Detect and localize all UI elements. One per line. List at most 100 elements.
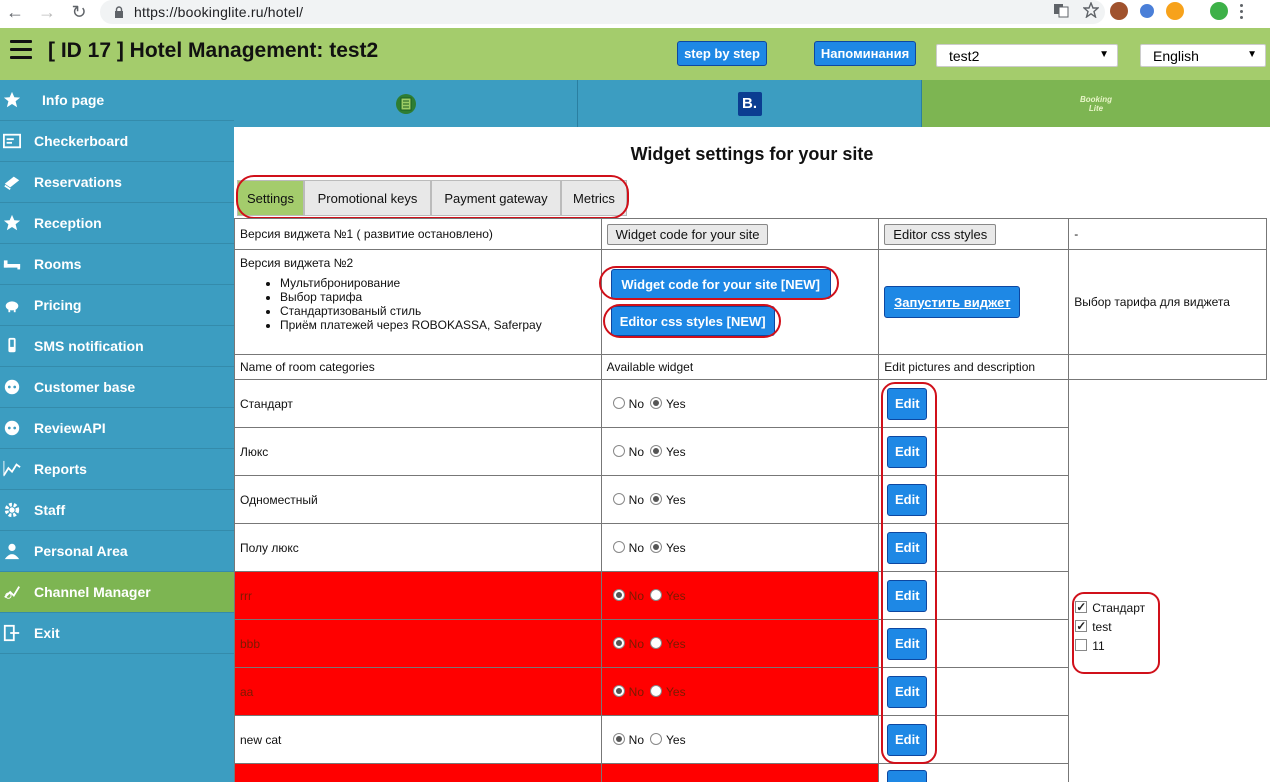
radio-no[interactable] (612, 636, 625, 649)
launch-widget-button[interactable]: Запустить виджет (884, 286, 1021, 318)
extension-icon[interactable] (1210, 2, 1228, 20)
sidebar-item-sms-notification[interactable]: SMS notification (0, 326, 234, 367)
radio-no-label: No (628, 540, 644, 555)
bookinglite-logo-icon: Booking Lite (1080, 95, 1112, 113)
address-bar[interactable]: https://bookinglite.ru/hotel/ (100, 0, 1105, 24)
tariff-checkbox[interactable] (1075, 639, 1088, 651)
radio-no[interactable] (612, 684, 625, 697)
sidebar-item-rooms[interactable]: Rooms (0, 244, 234, 285)
sidebar-item-reviewapi[interactable]: ReviewAPI (0, 408, 234, 449)
widget-code-new-button[interactable]: Widget code for your site [NEW] (610, 269, 831, 299)
tab-promotional-keys[interactable]: Promotional keys (304, 180, 431, 216)
channel-tab-ical[interactable] (234, 80, 578, 127)
sidebar-item-label: Rooms (34, 256, 82, 272)
sidebar-item-checkerboard[interactable]: Checkerboard (0, 121, 234, 162)
hotel-select[interactable]: test2 ▼ (936, 44, 1118, 67)
menu-icon[interactable] (10, 40, 32, 62)
radio-no-label: No (628, 684, 644, 699)
app-header: [ ID 17 ] Hotel Management: test2 step b… (0, 28, 1270, 80)
radio-no[interactable] (612, 492, 625, 505)
tariff-option[interactable]: Стандарт (1075, 598, 1145, 618)
radio-yes[interactable] (650, 732, 662, 745)
tariff-checkbox[interactable] (1075, 598, 1088, 617)
bookmark-star-icon[interactable] (1083, 2, 1099, 18)
sidebar-item-reservations[interactable]: Reservations (0, 162, 234, 203)
sidebar-item-exit[interactable]: Exit (0, 613, 234, 654)
radio-no[interactable] (612, 396, 625, 409)
forward-icon[interactable]: → (34, 0, 60, 24)
css-editor-new-button[interactable]: Editor css styles [NEW] (610, 306, 775, 336)
availability-cell: No Yes (600, 571, 880, 620)
sidebar-item-channel-manager[interactable]: Channel Manager (0, 572, 234, 613)
language-select[interactable]: English ▼ (1140, 44, 1266, 67)
radio-yes[interactable] (650, 444, 662, 457)
css-editor-button[interactable]: Editor css styles (884, 223, 997, 245)
radio-yes[interactable] (650, 492, 662, 505)
sidebar-item-label: Reception (34, 215, 102, 231)
widget-v1-row: Версия виджета №1 ( развитие остановлено… (234, 218, 1267, 250)
sidebar-item-pricing[interactable]: Pricing (0, 285, 234, 326)
tab-payment-gateway[interactable]: Payment gateway (431, 180, 561, 216)
edit-button[interactable]: Edit (887, 483, 928, 516)
edit-button[interactable]: Edit (887, 627, 928, 660)
tab-metrics[interactable]: Metrics (561, 180, 627, 216)
radio-yes[interactable] (650, 684, 662, 697)
menu-dots-icon[interactable] (1240, 2, 1244, 20)
radio-no[interactable] (612, 588, 625, 601)
radio-no[interactable] (612, 444, 625, 457)
radio-yes[interactable] (650, 540, 662, 553)
reload-icon[interactable]: ↻ (66, 0, 92, 24)
radio-no-label: No (628, 732, 644, 747)
edit-button[interactable]: Edit (887, 531, 928, 564)
tab-settings[interactable]: Settings (237, 180, 304, 216)
table-row: aa No Yes Edit (234, 667, 1267, 716)
dropdown-arrow-icon: ▼ (1247, 49, 1257, 60)
back-icon[interactable]: ← (2, 0, 28, 24)
radio-yes[interactable] (650, 396, 662, 409)
tariff-option[interactable]: 11 (1075, 637, 1145, 656)
edit-button[interactable]: Edit (887, 723, 928, 756)
column-header: Name of room categories (234, 354, 602, 380)
radio-no-label: No (628, 396, 644, 411)
sidebar-item-label: Personal Area (34, 543, 128, 559)
sidebar-item-reception[interactable]: Reception (0, 203, 234, 244)
edit-button[interactable]: Edit (887, 435, 928, 468)
browser-toolbar: ← → ↻ https://bookinglite.ru/hotel/ (0, 0, 1270, 28)
bitcoin-icon[interactable] (1166, 2, 1184, 20)
radio-no-label: No (628, 588, 644, 603)
sidebar-item-label: Exit (34, 625, 60, 641)
step-by-step-button[interactable]: step by step (677, 41, 767, 66)
widget-code-button[interactable]: Widget code for your site (606, 223, 769, 245)
radio-yes[interactable] (650, 636, 662, 649)
calendar-channel-icon (395, 93, 416, 114)
channel-tab-bookinglite[interactable]: Booking Lite (922, 80, 1270, 127)
tariff-checkbox[interactable] (1075, 617, 1088, 636)
edit-button[interactable]: Edit (887, 579, 928, 612)
tariff-label: 11 (1092, 639, 1105, 653)
radio-yes[interactable] (650, 588, 662, 601)
extension-icon[interactable] (1140, 4, 1154, 18)
edit-button[interactable]: Edit (887, 675, 928, 708)
availability-cell: No Yes (600, 667, 880, 716)
widget-v2-label: Версия виджета №2 (240, 256, 354, 270)
tariff-cell: Стандарт test 11 (1068, 354, 1267, 674)
edit-button[interactable]: Edit (887, 387, 928, 420)
radio-yes-label: Yes (666, 732, 686, 747)
radio-no[interactable] (612, 540, 625, 553)
sidebar-item-staff[interactable]: Staff (0, 490, 234, 531)
sidebar-item-personal-area[interactable]: Personal Area (0, 531, 234, 572)
reminders-button[interactable]: Напоминания (814, 41, 916, 66)
category-name: Одноместный (234, 475, 602, 524)
edit-button[interactable] (887, 770, 928, 782)
sidebar-item-reports[interactable]: Reports (0, 449, 234, 490)
category-name: Стандарт (234, 379, 602, 428)
extension-icon[interactable] (1110, 2, 1128, 20)
channel-tab-booking[interactable]: B. (578, 80, 922, 127)
sidebar-item-info-page[interactable]: Info page (0, 80, 234, 121)
sidebar-item-customer-base[interactable]: Customer base (0, 367, 234, 408)
feature-item: Стандартизованый стиль (280, 304, 596, 318)
radio-no[interactable] (612, 732, 625, 745)
tariff-option[interactable]: test (1075, 617, 1145, 637)
translate-icon[interactable] (1053, 2, 1069, 18)
category-name: rrr (234, 571, 602, 620)
